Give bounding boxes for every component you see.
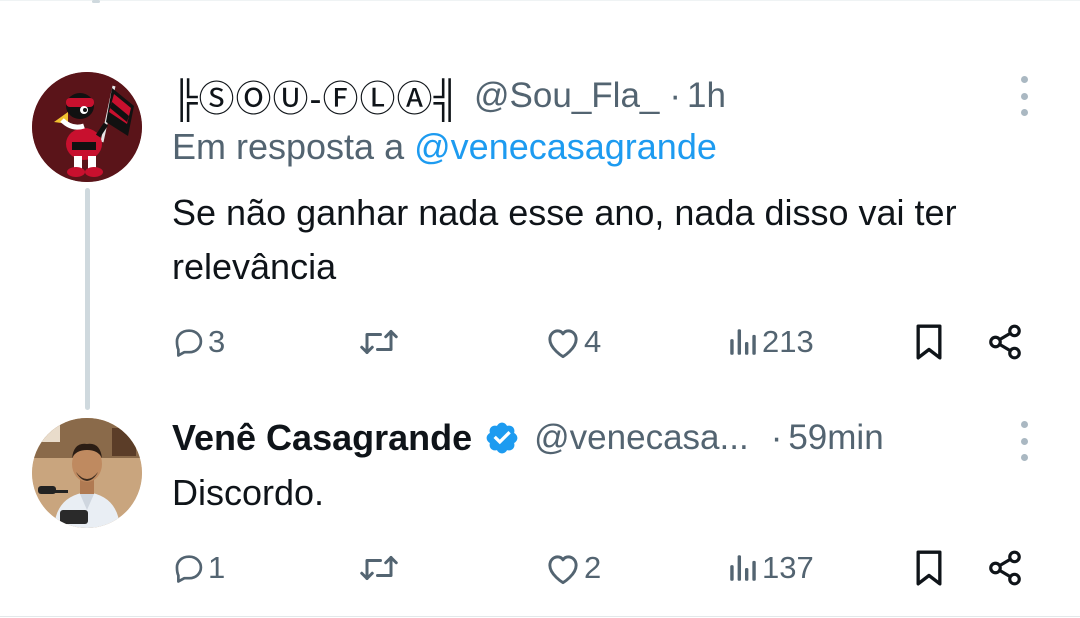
share-icon (989, 324, 1021, 360)
views-count: 213 (762, 324, 814, 359)
reply-button[interactable]: 1 (172, 546, 225, 590)
timestamp[interactable]: 1h (687, 76, 726, 116)
share-button[interactable] (986, 546, 1024, 590)
reply-button[interactable]: 3 (172, 320, 225, 364)
separator-dot: · (669, 76, 682, 115)
timestamp[interactable]: 59min (788, 418, 883, 458)
views-button[interactable]: 213 (726, 320, 814, 364)
tweet-header: ╠ⓈⓄⓊ-ⒻⓁⒶ╣ @Sou_Fla_ · 1h (172, 72, 726, 120)
reply-count: 1 (208, 550, 226, 585)
bookmark-icon (916, 324, 942, 360)
tweet-text: Se não ganhar nada esse ano, nada disso … (172, 192, 957, 287)
reply-prefix: Em resposta a (172, 126, 405, 167)
user-handle[interactable]: @Sou_Fla_ (474, 76, 659, 116)
like-count: 2 (584, 550, 602, 585)
retweet-button[interactable] (358, 546, 400, 590)
reply-context: Em resposta a @venecasagrande (172, 126, 717, 168)
user-handle[interactable]: @venecasa... (534, 418, 749, 458)
separator-dot: · (770, 418, 783, 457)
more-icon[interactable] (1018, 76, 1030, 116)
like-icon (548, 329, 578, 359)
avatar-sou-fla[interactable] (32, 72, 142, 182)
reply-icon (175, 555, 203, 583)
like-icon (548, 555, 578, 585)
bookmark-icon (916, 550, 942, 586)
retweet-icon (360, 330, 398, 354)
avatar-vene-casagrande[interactable] (32, 418, 142, 528)
views-button[interactable]: 137 (726, 546, 814, 590)
tweet-text: Discordo. (172, 472, 325, 513)
share-button[interactable] (986, 320, 1024, 364)
top-divider (0, 0, 1080, 1)
like-button[interactable]: 4 (544, 320, 601, 364)
retweet-icon (360, 556, 398, 580)
retweet-button[interactable] (358, 320, 400, 364)
views-count: 137 (762, 550, 814, 585)
like-button[interactable]: 2 (544, 546, 601, 590)
bookmark-button[interactable] (912, 546, 946, 590)
reply-count: 3 (208, 324, 226, 359)
tweet-header: Venê Casagrande @venecasa... · 59min (172, 414, 884, 462)
more-icon[interactable] (1018, 421, 1030, 461)
top-edge-mark (92, 0, 100, 3)
views-icon (730, 329, 756, 355)
reply-icon (175, 329, 203, 357)
display-name[interactable]: Venê Casagrande (172, 417, 472, 459)
thread-connector-line (85, 188, 90, 410)
views-icon (730, 555, 756, 581)
tweet-thread: ╠ⓈⓄⓊ-ⒻⓁⒶ╣ @Sou_Fla_ · 1h Em resposta a @… (0, 0, 1080, 618)
verified-badge-icon (484, 420, 520, 456)
bottom-divider (0, 616, 1080, 617)
share-icon (989, 550, 1021, 586)
tweet-actions: 3 4 213 (172, 320, 1032, 364)
tweet-actions: 1 2 137 (172, 546, 1032, 590)
bookmark-button[interactable] (912, 320, 946, 364)
reply-mention-link[interactable]: @venecasagrande (414, 126, 717, 167)
display-name[interactable]: ╠ⓈⓄⓊ-ⒻⓁⒶ╣ (172, 70, 460, 122)
like-count: 4 (584, 324, 602, 359)
